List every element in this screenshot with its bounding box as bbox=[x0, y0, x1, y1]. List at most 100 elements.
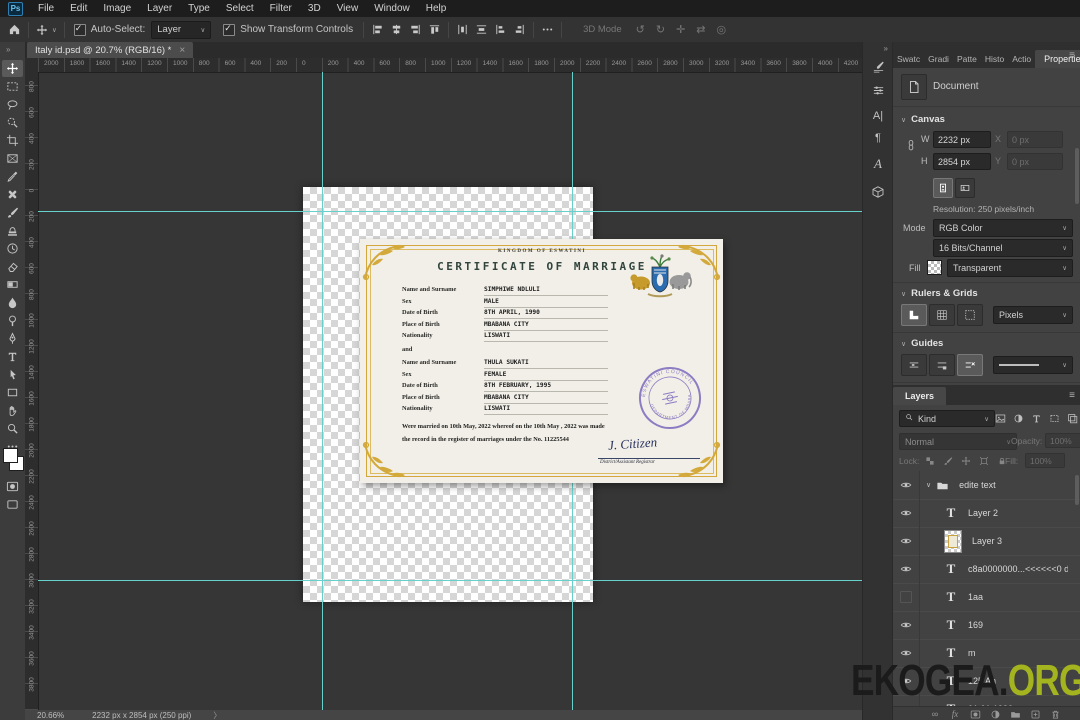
layer-row[interactable]: T 1aa bbox=[893, 583, 1080, 612]
move-tool-preset-icon[interactable] bbox=[36, 24, 48, 36]
eyedropper-tool[interactable] bbox=[2, 168, 23, 185]
layer-effects-icon[interactable]: fx bbox=[945, 709, 965, 719]
group-expander-icon[interactable]: ∨ bbox=[926, 481, 931, 489]
guide-style-dropdown[interactable]: ∨ bbox=[993, 356, 1073, 374]
distribute-1-icon[interactable] bbox=[456, 23, 469, 36]
snap-grid-button[interactable] bbox=[957, 304, 983, 326]
blur-tool[interactable] bbox=[2, 294, 23, 311]
layer-visibility-eye-icon[interactable] bbox=[893, 499, 920, 527]
menu-select[interactable]: Select bbox=[218, 1, 262, 16]
menu-help[interactable]: Help bbox=[418, 1, 455, 16]
brushes-panel-icon[interactable] bbox=[866, 80, 890, 100]
menu-filter[interactable]: Filter bbox=[262, 1, 300, 16]
layer-thumbnail[interactable] bbox=[944, 529, 962, 553]
lasso-tool[interactable] bbox=[2, 96, 23, 113]
document-tab[interactable]: Italy id.psd @ 20.7% (RGB/16) * × bbox=[27, 42, 194, 58]
dodge-tool[interactable] bbox=[2, 312, 23, 329]
layer-row[interactable]: Tc8a0000000...<<<<<<0 d bbox=[893, 555, 1080, 584]
menu-view[interactable]: View bbox=[329, 1, 367, 16]
panel-menu-icon[interactable]: ≡ bbox=[1069, 50, 1075, 61]
toggle-rulers-button[interactable] bbox=[901, 304, 927, 326]
bit-depth-dropdown[interactable]: 16 Bits/Channel ∨ bbox=[933, 239, 1073, 257]
color-mode-dropdown[interactable]: RGB Color ∨ bbox=[933, 219, 1073, 237]
filter-type-icon[interactable] bbox=[1031, 411, 1042, 429]
adjustment-layer-icon[interactable] bbox=[985, 709, 1005, 720]
crop-tool[interactable] bbox=[2, 132, 23, 149]
glyphs-panel-icon[interactable]: A bbox=[866, 154, 890, 174]
character-panel-icon[interactable]: A| bbox=[866, 106, 890, 126]
panel-tab-patte[interactable]: Patte bbox=[953, 50, 981, 68]
horizontal-ruler[interactable]: 2000 1800 1600 1400 1200 1000 800 600 400 200 0 200… bbox=[38, 58, 862, 73]
move-tool[interactable] bbox=[2, 60, 23, 77]
auto-select-target-dropdown[interactable]: Layer ∨ bbox=[151, 20, 212, 39]
new-group-icon[interactable] bbox=[1005, 709, 1025, 720]
new-layer-icon[interactable] bbox=[1025, 709, 1045, 720]
guides-section-header[interactable]: ∨ Guides bbox=[901, 338, 943, 349]
certificate-artwork[interactable]: KINGDOM OF ESWATINI CERTIFICATE OF MARRI… bbox=[360, 239, 723, 483]
layer-visibility-eye-icon[interactable] bbox=[893, 471, 920, 499]
gradient-tool[interactable] bbox=[2, 276, 23, 293]
layer-filter-kind-dropdown[interactable]: Kind ∨ bbox=[899, 410, 995, 427]
brush-settings-panel-icon[interactable] bbox=[866, 56, 890, 76]
foreground-color-swatch[interactable] bbox=[3, 448, 18, 463]
portrait-orientation-button[interactable] bbox=[933, 178, 953, 198]
brush-tool[interactable] bbox=[2, 204, 23, 221]
layer-visibility-empty[interactable] bbox=[893, 583, 920, 611]
rectangle-tool[interactable] bbox=[2, 384, 23, 401]
path-selection-tool[interactable] bbox=[2, 366, 23, 383]
collapse-toolbar-icon[interactable]: » bbox=[6, 45, 11, 54]
filter-smart-object-icon[interactable] bbox=[1067, 411, 1078, 429]
properties-scrollbar[interactable] bbox=[1075, 148, 1079, 204]
layer-name[interactable]: 1aa bbox=[968, 592, 983, 602]
toggle-guides-button[interactable] bbox=[901, 354, 927, 376]
landscape-orientation-button[interactable] bbox=[955, 178, 975, 198]
layers-scrollbar[interactable] bbox=[1075, 475, 1079, 505]
lock-position-icon[interactable] bbox=[961, 453, 971, 471]
fill-dropdown[interactable]: Transparent ∨ bbox=[947, 259, 1073, 277]
menu-edit[interactable]: Edit bbox=[62, 1, 95, 16]
screen-mode-button[interactable] bbox=[2, 496, 23, 513]
lock-artboard-icon[interactable] bbox=[979, 453, 989, 471]
show-transform-checkbox[interactable] bbox=[223, 23, 236, 36]
layer-name[interactable]: 169 bbox=[968, 620, 983, 630]
spot-healing-brush-tool[interactable] bbox=[2, 186, 23, 203]
object-selection-tool[interactable] bbox=[2, 114, 23, 131]
layer-name[interactable]: c8a0000000...<<<<<<0 d bbox=[968, 564, 1068, 574]
menu-3d[interactable]: 3D bbox=[300, 1, 329, 16]
paragraph-panel-icon[interactable]: ¶ bbox=[866, 128, 890, 148]
pen-tool[interactable] bbox=[2, 330, 23, 347]
layer-row[interactable]: Layer 3 bbox=[893, 527, 1080, 556]
layer-name[interactable]: Layer 3 bbox=[972, 536, 1002, 546]
align-t-icon[interactable] bbox=[428, 23, 441, 36]
filter-image-icon[interactable] bbox=[995, 411, 1006, 429]
frame-tool[interactable] bbox=[2, 150, 23, 167]
lock-transparency-icon[interactable] bbox=[925, 453, 935, 471]
lock-guides-button[interactable] bbox=[929, 354, 955, 376]
rectangular-marquee-tool[interactable] bbox=[2, 78, 23, 95]
hand-tool[interactable] bbox=[2, 402, 23, 419]
menu-layer[interactable]: Layer bbox=[139, 1, 180, 16]
more-align-options-icon[interactable] bbox=[541, 23, 554, 36]
filter-shape-icon[interactable] bbox=[1049, 411, 1060, 429]
layer-visibility-eye-icon[interactable] bbox=[893, 527, 920, 555]
layer-name[interactable]: Layer 2 bbox=[968, 508, 998, 518]
panel-tab-gradi[interactable]: Gradi bbox=[924, 50, 953, 68]
width-input[interactable]: 2232 px bbox=[933, 131, 991, 148]
layer-row[interactable]: ∨ edite text bbox=[893, 471, 1080, 500]
menu-file[interactable]: File bbox=[30, 1, 62, 16]
delete-layer-icon[interactable] bbox=[1045, 709, 1065, 720]
height-input[interactable]: 2854 px bbox=[933, 153, 991, 170]
lock-pixels-icon[interactable] bbox=[943, 453, 953, 471]
panel-tab-histo[interactable]: Histo bbox=[981, 50, 1008, 68]
status-chevron-icon[interactable]: 〉 bbox=[213, 710, 221, 720]
guide-horizontal[interactable] bbox=[38, 580, 862, 581]
panel-tab-swatc[interactable]: Swatc bbox=[893, 50, 924, 68]
menu-window[interactable]: Window bbox=[366, 1, 418, 16]
clear-guides-button[interactable] bbox=[957, 354, 983, 376]
distribute-3-icon[interactable] bbox=[494, 23, 507, 36]
align-r-icon[interactable] bbox=[409, 23, 422, 36]
rulers-grids-section-header[interactable]: ∨ Rulers & Grids bbox=[901, 288, 978, 299]
layers-tab[interactable]: Layers bbox=[893, 387, 947, 405]
ruler-units-dropdown[interactable]: Pixels ∨ bbox=[993, 306, 1073, 324]
layer-visibility-eye-icon[interactable] bbox=[893, 611, 920, 639]
